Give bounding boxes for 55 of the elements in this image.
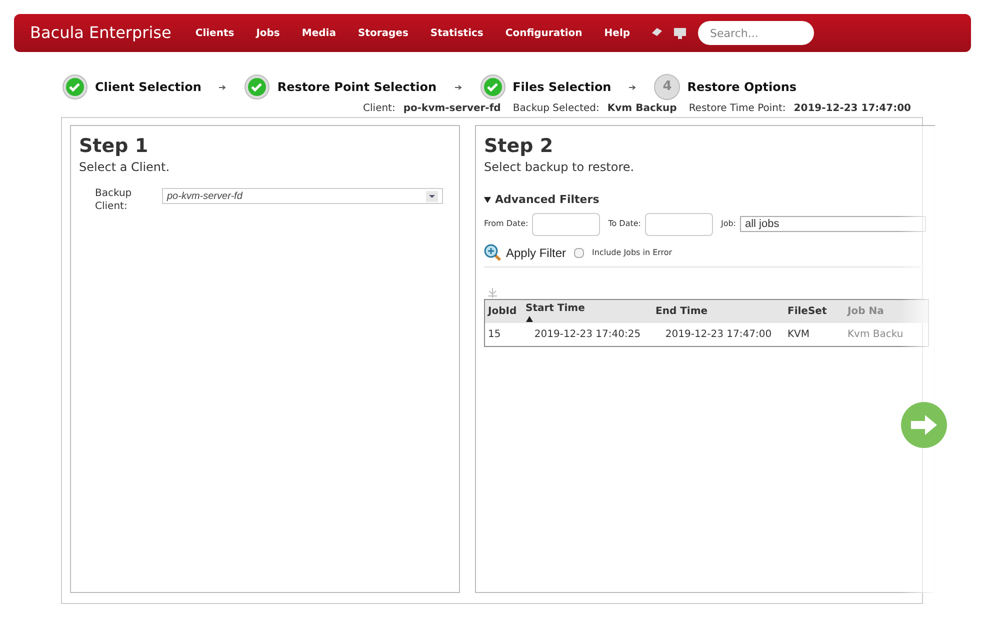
zoom-in-icon bbox=[484, 244, 502, 262]
search-field[interactable]: Search... bbox=[698, 21, 814, 45]
next-button[interactable] bbox=[901, 402, 947, 448]
nav-link[interactable]: Media bbox=[302, 26, 336, 40]
step-number: 4 bbox=[654, 74, 680, 100]
monitor-icon[interactable] bbox=[674, 28, 686, 38]
filters-toggle[interactable]: Advanced Filters bbox=[484, 192, 926, 208]
step-label: Files Selection bbox=[512, 79, 612, 96]
step-title: Step 1 bbox=[79, 134, 150, 158]
summary-value: po-kvm-server-fd bbox=[403, 102, 501, 116]
nav-link[interactable]: Help bbox=[604, 26, 630, 40]
field-label: To Date: bbox=[608, 218, 641, 230]
column-header[interactable]: End Time bbox=[652, 299, 784, 322]
nav-link[interactable]: Statistics bbox=[430, 26, 484, 40]
step-subtitle: Select backup to restore. bbox=[484, 159, 636, 176]
checkbox-label: Include Jobs in Error bbox=[592, 246, 672, 258]
field-label: From Date: bbox=[484, 218, 528, 230]
field-label: Job: bbox=[720, 218, 736, 230]
arrow-icon bbox=[909, 413, 939, 437]
client-select[interactable]: po-kvm-server-fd bbox=[162, 188, 443, 204]
column-toggle-icon[interactable] bbox=[488, 288, 497, 298]
brand-title[interactable]: Bacula Enterprise bbox=[30, 21, 172, 45]
nav-link[interactable]: Storages bbox=[358, 26, 408, 40]
apply-filter-button[interactable]: Apply Filter bbox=[484, 244, 566, 262]
nav-link[interactable]: Clients bbox=[195, 26, 234, 40]
column-header[interactable]: Start Time bbox=[522, 299, 652, 322]
table-cell: 15 bbox=[484, 322, 522, 346]
table-cell: 2019-12-23 17:47:00 bbox=[652, 322, 784, 346]
date-field[interactable] bbox=[644, 212, 713, 236]
summary-value: Kvm Backup bbox=[607, 102, 677, 116]
summary-label: Client: bbox=[363, 102, 396, 116]
arrow-icon bbox=[629, 84, 636, 90]
step-title: Step 2 bbox=[484, 134, 554, 158]
summary-label: Backup Selected: bbox=[512, 102, 600, 116]
column-header[interactable]: JobId bbox=[484, 299, 522, 322]
table-cell: KVM bbox=[784, 322, 844, 346]
column-header[interactable]: FileSet bbox=[784, 299, 844, 322]
step-subtitle: Select a Client. bbox=[79, 159, 171, 176]
step-label: Client Selection bbox=[95, 79, 202, 96]
summary-value: 2019-12-23 17:47:00 bbox=[794, 102, 911, 116]
arrow-icon bbox=[454, 84, 462, 90]
date-field[interactable] bbox=[532, 212, 600, 236]
step-label: Restore Options bbox=[687, 79, 797, 96]
job-field[interactable]: all jobs bbox=[740, 216, 926, 232]
step-label: Restore Point Selection bbox=[277, 79, 437, 96]
nav-link[interactable]: Jobs bbox=[256, 26, 280, 40]
dropdown-icon[interactable] bbox=[426, 190, 438, 202]
checkbox[interactable] bbox=[574, 248, 584, 258]
table-cell: 2019-12-23 17:40:25 bbox=[522, 322, 652, 346]
eraser-icon[interactable] bbox=[652, 28, 662, 36]
summary-label: Restore Time Point: bbox=[688, 102, 786, 116]
field-label: Backup Client: bbox=[95, 188, 133, 213]
arrow-icon bbox=[219, 84, 226, 90]
nav-link[interactable]: Configuration bbox=[505, 26, 582, 40]
table-cell: Kvm Backu bbox=[844, 322, 928, 346]
